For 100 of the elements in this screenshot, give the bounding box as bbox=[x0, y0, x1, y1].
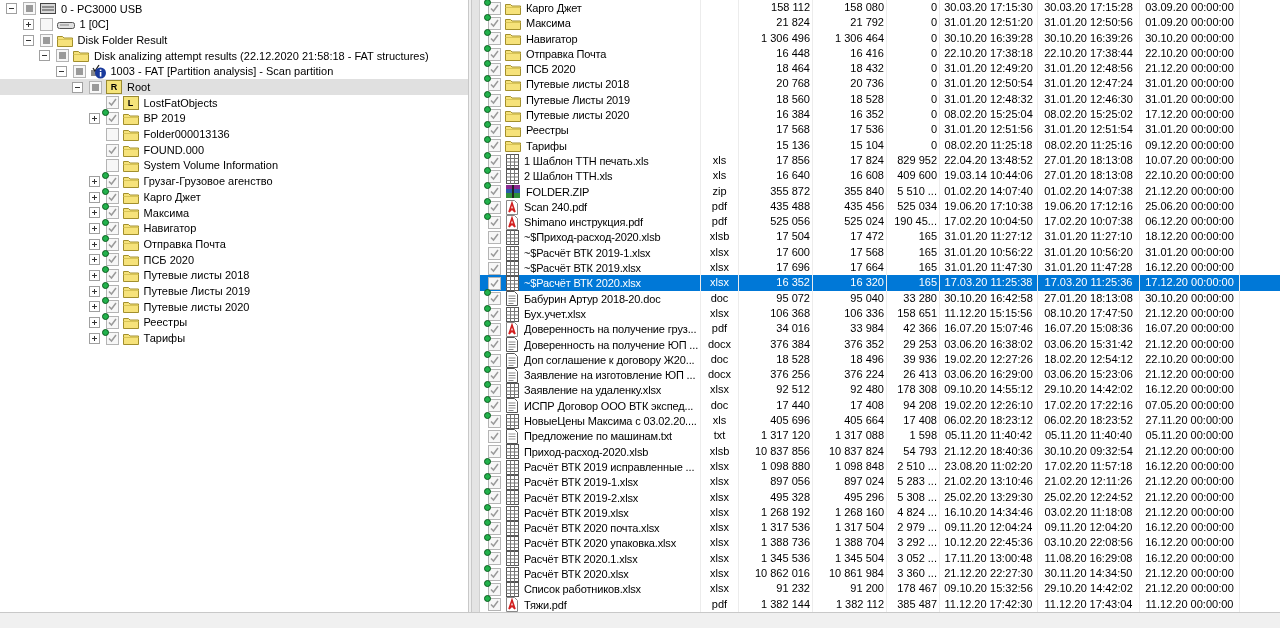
tree-label[interactable]: ПСБ 2020 bbox=[143, 251, 195, 269]
checkbox[interactable] bbox=[488, 323, 501, 336]
collapse-toggle[interactable] bbox=[22, 34, 34, 46]
file-row[interactable]: Путевые листы 2018 20 768 20 736 0 31.01.20 12:50:54 31.01.20 12:47:24 31.01.20 00:00:00 bbox=[472, 76, 1280, 92]
expand-toggle[interactable] bbox=[88, 175, 100, 187]
checkbox[interactable] bbox=[488, 567, 501, 581]
checkbox[interactable] bbox=[488, 292, 501, 306]
checkbox[interactable] bbox=[488, 506, 501, 520]
file-row[interactable]: Shimano инструкция.pdf pdf 525 056 525 024 190 45... 17.02.20 10:04:50 17.02.20 10:07:38 06.12.20 00:00:00 bbox=[472, 214, 1280, 230]
tree-label[interactable]: Root bbox=[127, 79, 151, 96]
checkbox[interactable] bbox=[488, 399, 501, 413]
file-row[interactable]: ИСПР Договор ООО ВТК экспед... doc 17 440 17 408 94 208 19.02.20 12:26:10 17.02.20 17:22:16 07.05.20 00:00:00 bbox=[472, 397, 1280, 413]
tree-label[interactable]: Навигатор bbox=[143, 220, 197, 237]
file-row[interactable]: ~$Приход-расход-2020.xlsb xlsb 17 504 17 472 165 31.01.20 11:27:12 31.01.20 11:27:10 18.12.20 00:00:00 bbox=[472, 229, 1280, 245]
checkbox[interactable] bbox=[488, 521, 501, 535]
file-row[interactable]: Доверенность на получение ЮП ... docx 376 384 376 352 29 253 03.06.20 16:38:02 03.06.20 15:31:42 21.12.20 00:00:00 bbox=[472, 336, 1280, 352]
file-row[interactable]: ПСБ 2020 18 464 18 432 0 31.01.20 12:49:20 31.01.20 12:48:56 21.12.20 00:00:00 bbox=[472, 61, 1280, 77]
tree-label[interactable]: ВР 2019 bbox=[143, 110, 186, 127]
checkbox[interactable] bbox=[72, 65, 86, 79]
collapse-toggle[interactable] bbox=[39, 50, 50, 62]
tree-label[interactable]: LostFatObjects bbox=[143, 94, 218, 112]
checkbox[interactable] bbox=[23, 2, 36, 16]
file-row[interactable]: Заявление на изготовление ЮП ... docx 376 256 376 224 26 413 03.06.20 16:29:00 03.06.20 15:23:06 21.12.20 00:00:00 bbox=[472, 367, 1280, 383]
checkbox[interactable] bbox=[488, 414, 501, 428]
collapse-toggle[interactable] bbox=[72, 81, 83, 93]
tree-label[interactable]: 1 [0C] bbox=[79, 16, 109, 33]
checkbox[interactable] bbox=[488, 108, 501, 122]
tree-label[interactable]: Карго Джет bbox=[143, 188, 201, 206]
file-row[interactable]: Тарифы 15 136 15 104 0 08.02.20 11:25:18 08.02.20 11:25:16 09.12.20 00:00:00 bbox=[472, 137, 1280, 153]
checkbox[interactable] bbox=[105, 253, 119, 267]
tree-label[interactable]: 1003 - FAT [Partition analysis] - Scan partition bbox=[110, 63, 334, 80]
checkbox[interactable] bbox=[105, 112, 119, 126]
checkbox[interactable] bbox=[105, 96, 119, 110]
checkbox[interactable] bbox=[488, 124, 501, 138]
checkbox[interactable] bbox=[488, 215, 501, 229]
expand-toggle[interactable] bbox=[88, 332, 100, 344]
file-row[interactable]: ~$Расчёт ВТК 2020.xlsx xlsx 16 352 16 320 165 17.03.20 11:25:38 17.03.20 11:25:36 17.12.20 00:00:00 bbox=[472, 275, 1280, 291]
checkbox[interactable] bbox=[488, 475, 501, 489]
checkbox[interactable] bbox=[105, 159, 119, 173]
expand-toggle[interactable] bbox=[88, 270, 100, 282]
checkbox[interactable] bbox=[488, 384, 501, 398]
checkbox[interactable] bbox=[488, 598, 501, 612]
file-row[interactable]: 2 Шаблон ТТН.xls xls 16 640 16 608 409 600 19.03.14 10:44:06 27.01.20 18:13:08 22.10.20 00:00:00 bbox=[472, 168, 1280, 184]
file-row[interactable]: Расчёт ВТК 2020.xlsx xlsx 10 862 016 10 861 984 3 360 ... 21.12.20 22:27:30 30.11.20 14:34:50 21.12.20 00:00:00 bbox=[472, 566, 1280, 582]
checkbox[interactable] bbox=[488, 139, 501, 153]
file-row[interactable]: НовыеЦены Максима с 03.02.20.... xls 405 696 405 664 17 408 06.02.20 18:23:12 06.02.20 18:23:52 27.11.20 00:00:00 bbox=[472, 413, 1280, 429]
tree-label[interactable]: Путевые листы 2020 bbox=[143, 298, 250, 316]
tree-label[interactable]: Реестры bbox=[143, 314, 188, 331]
expand-toggle[interactable] bbox=[88, 222, 100, 234]
tree-label[interactable]: Disk Folder Result bbox=[77, 31, 168, 49]
expand-toggle[interactable] bbox=[88, 238, 100, 250]
checkbox[interactable] bbox=[488, 460, 501, 474]
checkbox[interactable] bbox=[105, 237, 119, 251]
checkbox[interactable] bbox=[488, 47, 501, 61]
checkbox[interactable] bbox=[488, 1, 501, 15]
expand-toggle[interactable] bbox=[88, 285, 100, 297]
checkbox[interactable] bbox=[39, 33, 53, 47]
checkbox[interactable] bbox=[105, 190, 119, 204]
tree-label[interactable]: FOUND.000 bbox=[143, 141, 205, 159]
file-row[interactable]: Карго Джет 158 112 158 080 0 30.03.20 17:15:30 30.03.20 17:15:28 03.09.20 00:00:00 bbox=[472, 0, 1280, 16]
tree-label[interactable]: Максима bbox=[143, 204, 190, 222]
expand-toggle[interactable] bbox=[88, 254, 100, 266]
checkbox[interactable] bbox=[105, 269, 119, 283]
file-row[interactable]: Бабурин Артур 2018-20.doc doc 95 072 95 040 33 280 30.10.20 16:42:58 27.01.20 18:13:08 30.10.20 00:00:00 bbox=[472, 290, 1280, 306]
file-row[interactable]: Расчёт ВТК 2019-2.xlsx xlsx 495 328 495 296 5 308 ... 25.02.20 13:29:30 25.02.20 12:24:52 21.12.20 00:00:00 bbox=[472, 489, 1280, 505]
checkbox[interactable] bbox=[488, 32, 501, 46]
expand-toggle[interactable] bbox=[88, 191, 100, 203]
checkbox[interactable] bbox=[488, 445, 501, 459]
file-row[interactable]: 1 Шаблон ТТН печать.xls xls 17 856 17 824 829 952 22.04.20 13:48:52 27.01.20 18:13:08 10.07.20 00:00:00 bbox=[472, 152, 1280, 169]
checkbox[interactable] bbox=[488, 154, 501, 168]
file-row[interactable]: Расчёт ВТК 2020.1.xlsx xlsx 1 345 536 1 345 504 3 052 ... 17.11.20 13:00:48 11.08.20 16:29:08 16.12.20 00:00:00 bbox=[472, 550, 1280, 566]
checkbox[interactable] bbox=[488, 537, 501, 551]
file-row[interactable]: Бух.учет.xlsx xlsx 106 368 106 336 158 651 11.12.20 15:15:56 08.10.20 17:47:50 21.12.20 00:00:00 bbox=[472, 305, 1280, 322]
file-row[interactable]: Расчёт ВТК 2020 упаковка.xlsx xlsx 1 388 736 1 388 704 3 292 ... 10.12.20 22:45:36 03.10.20 22:08:56 16.12.20 00:00:00 bbox=[472, 535, 1280, 551]
checkbox[interactable] bbox=[488, 368, 501, 382]
checkbox[interactable] bbox=[488, 430, 501, 444]
tree-label[interactable]: Folder000013136 bbox=[143, 126, 230, 143]
checkbox[interactable] bbox=[105, 143, 119, 157]
file-row[interactable]: Расчёт ВТК 2019 исправленные ... xlsx 1 098 880 1 098 848 2 510 ... 23.08.20 11:02:20 17.02.20 11:57:18 16.12.20 00:00:00 bbox=[472, 458, 1280, 475]
checkbox[interactable] bbox=[105, 331, 119, 345]
checkbox[interactable] bbox=[488, 491, 501, 505]
collapse-toggle[interactable] bbox=[6, 3, 17, 15]
file-row[interactable]: Список работников.xlsx xlsx 91 232 91 200 178 467 09.10.20 15:32:56 29.10.20 14:42:02 21.12.20 00:00:00 bbox=[472, 581, 1280, 597]
checkbox[interactable] bbox=[488, 552, 501, 566]
collapse-toggle[interactable] bbox=[55, 66, 67, 78]
checkbox[interactable] bbox=[488, 200, 501, 214]
checkbox[interactable] bbox=[488, 353, 501, 367]
checkbox[interactable] bbox=[488, 78, 501, 92]
tree-label[interactable]: Disk analizing attempt results (22.12.2020 21:58:18 - FAT structures) bbox=[94, 47, 429, 65]
checkbox[interactable] bbox=[488, 170, 501, 183]
checkbox[interactable] bbox=[105, 206, 119, 220]
file-row[interactable]: Путевые Листы 2019 18 560 18 528 0 31.01.20 12:48:32 31.01.20 12:46:30 31.01.20 00:00:00 bbox=[472, 91, 1280, 108]
checkbox[interactable] bbox=[488, 583, 501, 597]
checkbox[interactable] bbox=[105, 300, 119, 314]
file-row[interactable]: Путевые листы 2020 16 384 16 352 0 08.02.20 15:25:04 08.02.20 15:25:02 17.12.20 00:00:00 bbox=[472, 107, 1280, 123]
file-row[interactable]: Доверенность на получение груз... pdf 34 016 33 984 42 366 16.07.20 15:07:46 16.07.20 15:08:36 16.07.20 00:00:00 bbox=[472, 321, 1280, 337]
tree-label[interactable]: Путевые Листы 2019 bbox=[143, 282, 251, 300]
checkbox[interactable] bbox=[56, 49, 69, 63]
checkbox[interactable] bbox=[488, 307, 501, 321]
checkbox[interactable] bbox=[488, 338, 501, 352]
